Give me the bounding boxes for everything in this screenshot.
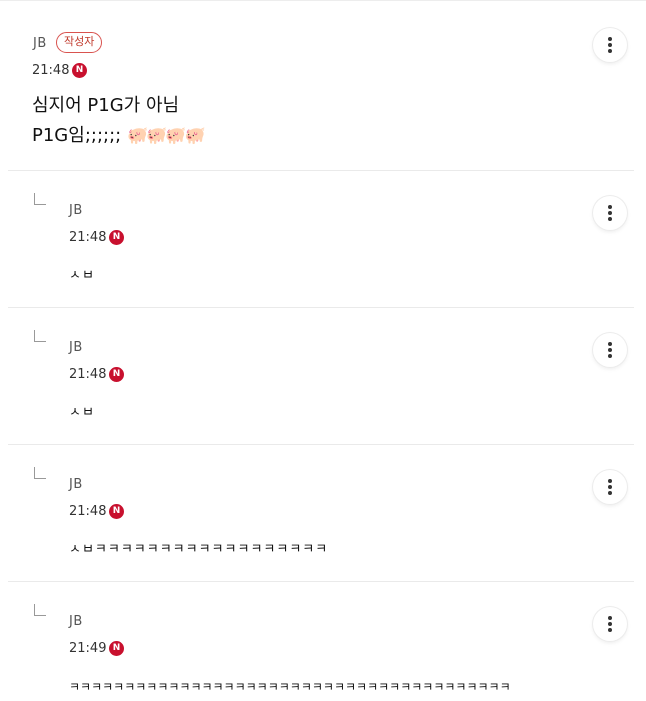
dot-icon xyxy=(608,479,612,483)
more-menu-button[interactable] xyxy=(593,470,627,504)
new-badge-icon: N xyxy=(109,367,124,382)
reply-comment: JB 21:48 N ㅅㅂ xyxy=(8,307,634,445)
comment-main: JB 작성자 21:48 N 심지어 P1G가 아님 P1G임;;;;;; 🐖🐖… xyxy=(8,12,634,171)
dot-icon xyxy=(608,37,612,41)
reply-arrow-icon xyxy=(34,604,46,616)
comment-text-line-1: 심지어 P1G가 아님 xyxy=(32,95,180,116)
dot-icon xyxy=(608,217,612,221)
reply-comment: JB 21:48 N ㅅㅂ xyxy=(8,170,634,308)
dot-icon xyxy=(608,211,612,215)
reply-arrow-icon xyxy=(34,467,46,479)
dot-icon xyxy=(608,205,612,209)
reply-text: ㅅㅂ xyxy=(69,268,95,283)
new-badge-icon: N xyxy=(72,63,87,78)
more-menu-button[interactable] xyxy=(593,28,627,62)
dot-icon xyxy=(608,616,612,620)
reply-author[interactable]: JB xyxy=(69,340,83,355)
new-badge-icon: N xyxy=(109,504,124,519)
comment-text-line-2-text: P1G임;;;;;; xyxy=(32,125,122,146)
dot-icon xyxy=(608,622,612,626)
more-menu-button[interactable] xyxy=(593,333,627,367)
new-badge-icon: N xyxy=(109,230,124,245)
reply-time: 21:49 xyxy=(69,641,107,656)
reply-arrow-icon xyxy=(34,330,46,342)
comment-author[interactable]: JB xyxy=(33,36,47,51)
more-menu-button[interactable] xyxy=(593,607,627,641)
reply-text: ㅋㅋㅋㅋㅋㅋㅋㅋㅋㅋㅋㅋㅋㅋㅋㅋㅋㅋㅋㅋㅋㅋㅋㅋㅋㅋㅋㅋㅋㅋㅋㅋㅋㅋㅋㅋㅋㅋㅋㅋ xyxy=(69,680,511,694)
dot-icon xyxy=(608,49,612,53)
pig-emoji-icon: 🐖🐖🐖🐖 xyxy=(126,126,206,146)
dot-icon xyxy=(608,354,612,358)
dot-icon xyxy=(608,43,612,47)
comment-text-line-2: P1G임;;;;;; 🐖🐖🐖🐖 xyxy=(32,122,206,150)
reply-author[interactable]: JB xyxy=(69,477,83,492)
reply-text: ㅅㅂ xyxy=(69,405,95,420)
author-badge: 작성자 xyxy=(56,32,103,53)
reply-text: ㅅㅂㅋㅋㅋㅋㅋㅋㅋㅋㅋㅋㅋㅋㅋㅋㅋㅋㅋㅋ xyxy=(69,542,329,557)
dot-icon xyxy=(608,628,612,632)
reply-author[interactable]: JB xyxy=(69,203,83,218)
more-menu-button[interactable] xyxy=(593,196,627,230)
new-badge-icon: N xyxy=(109,641,124,656)
comment-time: 21:48 xyxy=(32,63,70,78)
reply-comment: JB 21:48 N ㅅㅂㅋㅋㅋㅋㅋㅋㅋㅋㅋㅋㅋㅋㅋㅋㅋㅋㅋㅋ xyxy=(8,444,634,582)
reply-time: 21:48 xyxy=(69,230,107,245)
reply-author[interactable]: JB xyxy=(69,614,83,629)
reply-time: 21:48 xyxy=(69,504,107,519)
dot-icon xyxy=(608,348,612,352)
reply-time: 21:48 xyxy=(69,367,107,382)
dot-icon xyxy=(608,342,612,346)
top-divider xyxy=(0,0,646,1)
reply-comment: JB 21:49 N ㅋㅋㅋㅋㅋㅋㅋㅋㅋㅋㅋㅋㅋㅋㅋㅋㅋㅋㅋㅋㅋㅋㅋㅋㅋㅋㅋㅋㅋ… xyxy=(8,581,634,701)
dot-icon xyxy=(608,485,612,489)
reply-arrow-icon xyxy=(34,193,46,205)
dot-icon xyxy=(608,491,612,495)
